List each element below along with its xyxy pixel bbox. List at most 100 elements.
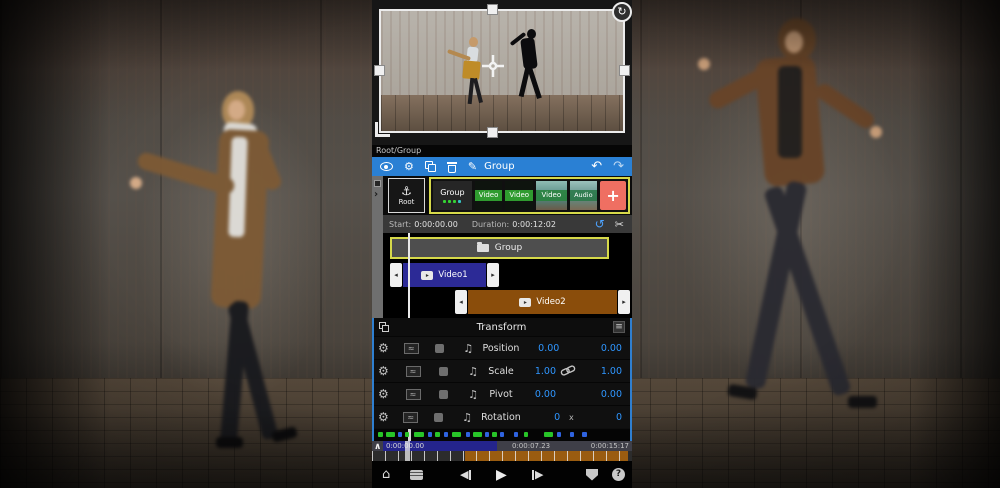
keyframe-toggle-icon[interactable]	[428, 390, 458, 399]
rail-layers-icon[interactable]	[374, 180, 381, 187]
resize-handle-top[interactable]	[487, 4, 498, 15]
timeline-group-bar[interactable]: Group	[390, 237, 609, 259]
anchor-icon: ⚓	[401, 185, 412, 198]
trim-arrow: ▸	[491, 271, 495, 279]
help-icon[interactable]: ?	[612, 461, 625, 488]
reset-param-icon[interactable]: ⚙	[378, 364, 398, 378]
resize-handle-left[interactable]	[374, 65, 385, 76]
node-thumb-group[interactable]: Group	[433, 181, 472, 210]
reset-param-icon[interactable]: ⚙	[378, 387, 398, 401]
delete-icon[interactable]	[447, 161, 457, 173]
video-editor-app: ↻ Root/Group ⚙ ✎ Group ↶ ↷	[372, 0, 632, 488]
curve-icon[interactable]: ≈	[397, 412, 425, 423]
home-icon[interactable]: ⌂	[382, 461, 390, 488]
reset-param-icon[interactable]: ⚙	[378, 341, 397, 355]
clip-video2[interactable]: ▸ Video2	[468, 290, 617, 314]
next-frame-button[interactable]: ▶	[532, 461, 543, 488]
settings-icon[interactable]: ⚙	[404, 157, 414, 176]
param-value-y[interactable]: 0	[583, 412, 622, 423]
rename-icon[interactable]: ✎	[468, 157, 477, 176]
resize-handle-right[interactable]	[619, 65, 630, 76]
panel-title: Transform	[390, 322, 613, 333]
pointer-icon[interactable]	[586, 461, 598, 488]
trim-handle-video1-left[interactable]: ◂	[390, 263, 402, 287]
corner-anchor-icon[interactable]	[375, 122, 390, 137]
rail-expand-icon[interactable]: ›	[374, 189, 378, 200]
curve-icon[interactable]: ≈	[397, 343, 425, 354]
visibility-icon[interactable]	[380, 162, 393, 171]
time-ruler[interactable]: ∧ 0:00:00.00 0:00:07.23 0:00:15:17	[372, 441, 632, 461]
keyframe-toggle-icon[interactable]	[428, 367, 458, 376]
comment-icon[interactable]	[410, 461, 423, 488]
param-value-x[interactable]: 0.00	[514, 389, 556, 400]
param-value-y[interactable]: 0.00	[580, 389, 622, 400]
clip-label: Video2	[536, 297, 565, 307]
panel-menu-icon[interactable]: ≡	[613, 321, 625, 333]
audio-react-icon[interactable]: ♫	[458, 388, 488, 401]
audio-react-icon[interactable]: ♫	[454, 342, 482, 355]
param-value-x[interactable]: 1.00	[514, 366, 556, 377]
rotate-handle-icon[interactable]: ↻	[612, 2, 632, 22]
ruler-overview-row[interactable]: 0:00:00.00 0:00:07.23 0:00:15:17	[372, 441, 632, 451]
panel-dock-icon[interactable]	[379, 322, 390, 332]
node-strip: ⚓ Root Group Video Video Video Audio	[372, 176, 632, 215]
param-value-y[interactable]: 0.00	[582, 343, 622, 354]
node-thumb-video-1[interactable]: Video	[475, 181, 503, 210]
node-thumb-video-2[interactable]: Video	[505, 181, 533, 210]
panel-header: Transform ≡	[374, 318, 630, 336]
root-node-button[interactable]: ⚓ Root	[388, 178, 425, 213]
breadcrumb-text: Root/Group	[376, 146, 421, 155]
keyframe-toggle-icon[interactable]	[425, 344, 453, 353]
keyframe-toggle-icon[interactable]	[425, 413, 453, 422]
trim-arrow: ◂	[394, 271, 398, 279]
keyframe-dots	[443, 200, 461, 203]
node-thumb-audio[interactable]: Audio	[570, 181, 598, 210]
audio-react-icon[interactable]: ♫	[458, 365, 488, 378]
reset-view-icon[interactable]: ↺	[595, 217, 605, 231]
ruler-tick-row[interactable]	[372, 451, 632, 461]
trim-arrow: ◂	[459, 298, 463, 306]
undo-icon[interactable]: ↶	[591, 157, 602, 176]
duplicate-icon[interactable]	[425, 161, 436, 172]
ruler-time-end: 0:00:15:17	[591, 442, 629, 450]
preview-video[interactable]: ↻	[379, 9, 625, 133]
ruler-time-mid: 0:00:07.23	[512, 442, 550, 450]
param-label: Position	[482, 343, 519, 354]
param-value-x[interactable]: 0.00	[519, 343, 559, 354]
trim-handle-video1-right[interactable]: ▸	[487, 263, 499, 287]
previous-frame-button[interactable]: ◀	[460, 461, 471, 488]
redo-icon[interactable]: ↷	[613, 157, 624, 176]
scrubber-handle[interactable]	[405, 441, 410, 461]
reset-param-icon[interactable]: ⚙	[378, 410, 397, 424]
pivot-crosshair-icon[interactable]	[481, 54, 505, 78]
curve-icon[interactable]: ≈	[398, 389, 428, 400]
play-button[interactable]: ▶	[496, 461, 507, 488]
duration-label: Duration:	[472, 220, 509, 229]
clip-info-bar: Start: 0:00:00.00 Duration: 0:00:12:02 ↺…	[383, 215, 632, 233]
clip-video1[interactable]: ▸ Video1	[403, 263, 486, 287]
audio-react-icon[interactable]: ♫	[453, 411, 481, 424]
param-row-pivot: ⚙ ≈ ♫ Pivot 0.00 0.00	[374, 382, 630, 405]
node-thumb-label: Video	[475, 190, 503, 201]
node-thumb-label: Video	[536, 190, 566, 201]
clip-label: Video1	[438, 270, 467, 280]
resize-handle-bottom[interactable]	[487, 127, 498, 138]
param-value-x[interactable]: 0	[521, 412, 560, 423]
param-label: Scale	[488, 366, 514, 377]
keyframe-strip[interactable]	[374, 429, 630, 441]
playhead[interactable]	[408, 233, 410, 318]
split-icon[interactable]: ✂	[615, 218, 624, 231]
timeline-rail[interactable]: ›	[372, 176, 383, 318]
param-value-y[interactable]: 1.00	[580, 366, 622, 377]
node-thumb-label: Group	[440, 188, 464, 197]
param-row-position: ⚙ ≈ ♫ Position 0.00 0.00	[374, 336, 630, 359]
collapse-chevron-icon[interactable]: ∧	[374, 442, 381, 452]
curve-icon[interactable]: ≈	[398, 366, 428, 377]
trim-handle-video2-left[interactable]: ◂	[455, 290, 467, 314]
node-thumb-video-3[interactable]: Video	[536, 181, 566, 210]
transform-panel: Transform ≡ ⚙ ≈ ♫ Position 0.00 0.00 ⚙ ≈…	[372, 318, 632, 441]
trim-handle-video2-right[interactable]: ▸	[618, 290, 630, 314]
tick-marks	[372, 451, 632, 461]
link-icon[interactable]	[556, 366, 580, 377]
add-node-button[interactable]: +	[600, 181, 626, 210]
